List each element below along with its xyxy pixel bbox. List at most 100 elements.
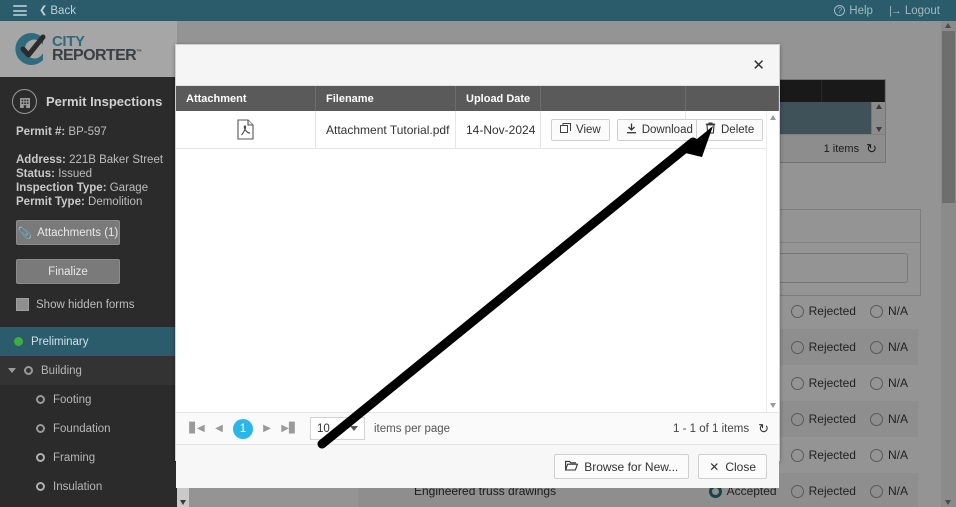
sidebar-item-label: Preliminary xyxy=(31,335,89,348)
delete-button[interactable]: Delete xyxy=(696,118,764,141)
top-bar-actions: ? Help |→ Logout xyxy=(834,5,948,17)
permit-number-label: Permit #: xyxy=(16,126,66,138)
sidebar-nav: Preliminary Building Footing Foundation … xyxy=(0,327,177,501)
page-size-select[interactable]: 10 xyxy=(310,417,365,440)
ring-icon xyxy=(36,395,45,404)
sidebar-item-footing[interactable]: Footing xyxy=(0,385,177,414)
items-per-page-label: items per page xyxy=(374,422,451,435)
brand-logo[interactable]: CITY REPORTER™ xyxy=(0,21,177,77)
show-hidden-forms-checkbox[interactable]: Show hidden forms xyxy=(16,298,177,311)
browse-for-new-button[interactable]: Browse for New... xyxy=(554,454,690,479)
sidebar-item-foundation[interactable]: Foundation xyxy=(0,414,177,443)
attachments-table-header: Attachment Filename Upload Date xyxy=(176,86,779,111)
question-mark-icon: ? xyxy=(834,5,846,16)
attachments-table-body: Attachment Tutorial.pdf 14-Nov-2024 View… xyxy=(176,111,779,412)
scroll-up-icon[interactable] xyxy=(769,115,776,120)
hamburger-icon[interactable] xyxy=(13,5,27,16)
sidebar-item-insulation[interactable]: Insulation xyxy=(0,472,177,501)
sidebar-item-label: Framing xyxy=(53,451,96,464)
green-dot-icon xyxy=(14,337,23,346)
sidebar-item-label: Insulation xyxy=(53,480,103,493)
column-header-attachment: Attachment xyxy=(176,86,316,111)
sidebar: CITY REPORTER™ Permit Inspections Permit… xyxy=(0,21,177,507)
sidebar-header: Permit Inspections xyxy=(0,77,177,124)
page-number-1[interactable]: 1 xyxy=(233,418,253,439)
caret-down-icon[interactable] xyxy=(8,368,16,373)
address-value: 221B Baker Street xyxy=(69,154,164,166)
page-size-value: 10 xyxy=(317,422,330,435)
brand-line-2: REPORTER™ xyxy=(52,46,142,64)
permit-number-value: BP-597 xyxy=(68,126,107,138)
cell-actions: View Download xyxy=(541,111,702,148)
cell-upload-date: 14-Nov-2024 xyxy=(456,111,541,148)
download-icon xyxy=(626,123,637,137)
sidebar-item-preliminary[interactable]: Preliminary xyxy=(0,327,177,356)
page-title: Permit Inspections xyxy=(46,94,163,109)
address-row: Address: 221B Baker Street xyxy=(16,154,177,166)
close-dialog-button[interactable]: ✕ Close xyxy=(698,454,767,479)
finalize-button-label: Finalize xyxy=(48,265,88,278)
chevron-down-icon xyxy=(350,426,358,431)
scroll-up-icon[interactable] xyxy=(945,23,951,28)
attachments-button[interactable]: 📎 Attachments (1) xyxy=(16,220,120,245)
table-scrollbar[interactable] xyxy=(766,111,779,412)
permit-type-row: Permit Type: Demolition xyxy=(16,196,177,208)
pdf-file-icon xyxy=(237,119,254,140)
window-icon xyxy=(560,122,571,137)
sidebar-item-framing[interactable]: Framing xyxy=(0,443,177,472)
building-icon xyxy=(12,89,37,114)
refresh-icon[interactable]: ↻ xyxy=(758,421,769,437)
status-row: Status: Issued xyxy=(16,168,177,180)
folder-icon xyxy=(565,460,579,474)
back-label: Back xyxy=(50,4,76,17)
inspection-type-row: Inspection Type: Garage xyxy=(16,182,177,194)
cell-filename: Attachment Tutorial.pdf xyxy=(316,111,456,148)
logout-icon: |→ xyxy=(888,4,902,17)
scroll-down-icon[interactable] xyxy=(945,500,951,505)
pager-summary: 1 - 1 of 1 items ↻ xyxy=(673,421,769,437)
scroll-down-icon[interactable] xyxy=(179,500,186,505)
page-scrollbar[interactable] xyxy=(941,21,956,507)
close-x-icon: ✕ xyxy=(709,459,720,474)
ring-icon xyxy=(36,424,45,433)
last-page-icon[interactable]: ▶▊ xyxy=(278,418,300,440)
sidebar-item-building[interactable]: Building xyxy=(0,356,177,385)
table-pager: ▊◀ ◀ 1 ▶ ▶▊ 10 items per page 1 - 1 of 1… xyxy=(176,412,779,444)
city-reporter-logo-icon xyxy=(10,29,50,69)
first-page-icon[interactable]: ▊◀ xyxy=(186,418,208,440)
attachments-button-label: Attachments (1) xyxy=(37,226,119,239)
prev-page-icon[interactable]: ◀ xyxy=(208,418,230,440)
sidebar-item-label: Footing xyxy=(53,393,92,406)
ring-icon xyxy=(24,366,33,375)
column-header-actions xyxy=(541,86,686,111)
logout-button[interactable]: |→ Logout xyxy=(889,5,940,17)
scrollbar-thumb[interactable] xyxy=(942,31,955,203)
back-button[interactable]: ❮ Back xyxy=(39,5,76,17)
delete-button-label: Delete xyxy=(721,123,755,136)
status-label: Status: xyxy=(16,168,55,180)
column-header-filename: Filename xyxy=(316,86,456,111)
finalize-button[interactable]: Finalize xyxy=(16,259,120,284)
next-page-icon[interactable]: ▶ xyxy=(256,418,278,440)
help-button[interactable]: ? Help xyxy=(834,5,873,17)
trademark-symbol: ™ xyxy=(136,49,142,56)
cell-attachment-icon xyxy=(176,111,316,148)
ring-icon xyxy=(36,482,45,491)
close-icon[interactable]: ✕ xyxy=(752,58,765,73)
status-value: Issued xyxy=(58,168,93,180)
permit-number-row: Permit #: BP-597 xyxy=(16,126,177,138)
application-window: ❮ Back ? Help |→ Logout 1 items ↻ Reject… xyxy=(0,0,956,507)
inspection-type-value: Garage xyxy=(109,182,149,194)
view-button-label: View xyxy=(576,123,601,136)
column-header-delete xyxy=(686,86,779,111)
permit-details: Permit #: BP-597 Address: 221B Baker Str… xyxy=(0,124,177,208)
logout-label: Logout xyxy=(904,4,940,17)
dialog-header: ✕ xyxy=(176,45,779,86)
scroll-down-icon[interactable] xyxy=(769,403,776,408)
address-label: Address: xyxy=(16,154,66,166)
inspection-type-label: Inspection Type: xyxy=(16,182,107,194)
sidebar-item-label: Foundation xyxy=(53,422,111,435)
view-button[interactable]: View xyxy=(551,118,610,141)
trash-icon xyxy=(705,122,716,137)
dialog-footer: Browse for New... ✕ Close xyxy=(176,444,779,488)
